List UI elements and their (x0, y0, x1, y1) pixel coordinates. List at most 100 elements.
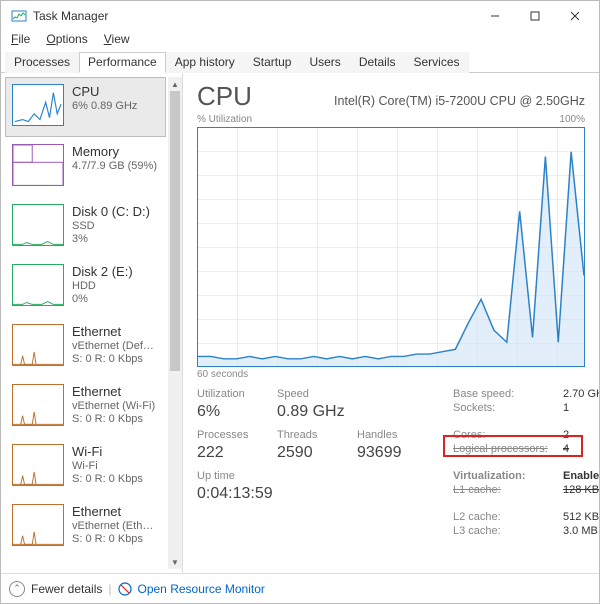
eth-thumb-icon (12, 384, 64, 426)
stat-label (277, 470, 357, 482)
resource-monitor-icon (118, 582, 132, 596)
chart-y-max: 100% (559, 114, 585, 125)
stat-label (357, 388, 437, 400)
sidebar-item-label: Ethernet (72, 504, 159, 519)
stat-label: Processes (197, 429, 277, 441)
scroll-thumb[interactable] (170, 91, 180, 371)
stat-right-label: Virtualization: (453, 470, 563, 482)
fewer-details-link[interactable]: Fewer details (31, 582, 102, 596)
close-button[interactable] (555, 2, 595, 30)
stat-label (277, 511, 357, 523)
window-title: Task Manager (33, 9, 108, 23)
sidebar-item-label: Ethernet (72, 324, 159, 339)
sidebar-item-sub2: S: 0 R: 0 Kbps (72, 413, 159, 425)
app-icon (11, 8, 27, 24)
sidebar-item-eth-5[interactable]: EthernetvEthernet (Wi-Fi)S: 0 R: 0 Kbps (5, 377, 166, 437)
sidebar-item-sub1: HDD (72, 280, 159, 292)
title-bar[interactable]: Task Manager (1, 1, 599, 31)
stat-label: Utilization (197, 388, 277, 400)
stat-value: 93699 (357, 443, 437, 468)
tab-startup[interactable]: Startup (244, 52, 301, 73)
sidebar-item-sub2: 3% (72, 233, 159, 245)
sidebar-item-sub2: S: 0 R: 0 Kbps (72, 353, 159, 365)
sidebar-item-disk-3[interactable]: Disk 2 (E:)HDD0% (5, 257, 166, 317)
stat-right-label: Logical processors: (453, 443, 563, 468)
disk-thumb-icon (12, 264, 64, 306)
main-panel: CPU Intel(R) Core(TM) i5-7200U CPU @ 2.5… (183, 73, 599, 573)
task-manager-window: Task Manager File Options View Processes… (0, 0, 600, 604)
stat-value: 2590 (277, 443, 357, 468)
tab-details[interactable]: Details (350, 52, 405, 73)
stat-right-label: L2 cache: (453, 511, 563, 523)
stat-label: Speed (277, 388, 357, 400)
tab-bar: ProcessesPerformanceApp historyStartupUs… (1, 51, 599, 73)
cpu-thumb-icon (12, 84, 64, 126)
open-resource-monitor-link[interactable]: Open Resource Monitor (138, 582, 265, 596)
stat-right-value: 1 (563, 402, 599, 427)
sidebar-item-label: Ethernet (72, 384, 159, 399)
stat-value (357, 525, 437, 537)
stat-value: 0:04:13:59 (197, 484, 277, 509)
sidebar-item-mem-1[interactable]: Memory4.7/7.9 GB (59%) (5, 137, 166, 197)
sidebar-item-eth-4[interactable]: EthernetvEthernet (Default ...S: 0 R: 0 … (5, 317, 166, 377)
chart-y-label: % Utilization (197, 114, 252, 125)
tab-services[interactable]: Services (405, 52, 469, 73)
stats-grid: UtilizationSpeedBase speed:2.70 GHz6%0.8… (197, 388, 585, 537)
stat-label: Handles (357, 429, 437, 441)
sidebar-item-label: Memory (72, 144, 159, 159)
stat-right-value: Enabled (563, 470, 599, 482)
eth-thumb-icon (12, 324, 64, 366)
stat-label (357, 511, 437, 523)
stat-value (357, 402, 437, 427)
chevron-up-icon[interactable]: ⌃ (9, 581, 25, 597)
sidebar-item-eth-6[interactable]: Wi-FiWi-FiS: 0 R: 0 Kbps (5, 437, 166, 497)
tab-app-history[interactable]: App history (166, 52, 244, 73)
stat-value: 6% (197, 402, 277, 427)
footer: ⌃ Fewer details | Open Resource Monitor (1, 573, 599, 603)
stat-right-label: Sockets: (453, 402, 563, 427)
sidebar-item-sub1: SSD (72, 220, 159, 232)
stat-right-value: 2 (563, 429, 599, 441)
menu-options[interactable]: Options (40, 31, 93, 49)
stat-value: 222 (197, 443, 277, 468)
sidebar-item-sub1: vEthernet (Ethernet) (72, 520, 159, 532)
stat-value (277, 525, 357, 537)
scrollbar[interactable]: ▲ ▼ (168, 77, 182, 569)
minimize-button[interactable] (475, 2, 515, 30)
stat-right-label: L3 cache: (453, 525, 563, 537)
menu-view[interactable]: View (98, 31, 136, 49)
sidebar-item-label: Disk 2 (E:) (72, 264, 159, 279)
stat-label (197, 511, 277, 523)
stat-value (357, 484, 437, 509)
stat-label (357, 470, 437, 482)
stat-right-label: Cores: (453, 429, 563, 441)
menu-file[interactable]: File (5, 31, 36, 49)
mem-thumb-icon (12, 144, 64, 186)
stat-right-value: 512 KB (563, 511, 599, 523)
stat-value: 0.89 GHz (277, 402, 357, 427)
disk-thumb-icon (12, 204, 64, 246)
sidebar-item-label: Wi-Fi (72, 444, 159, 459)
stat-right-value: 128 KB (563, 484, 599, 509)
stat-right-label: Base speed: (453, 388, 563, 400)
sidebar-item-eth-7[interactable]: EthernetvEthernet (Ethernet)S: 0 R: 0 Kb… (5, 497, 166, 557)
sidebar-item-sub1: vEthernet (Wi-Fi) (72, 400, 159, 412)
stat-label: Threads (277, 429, 357, 441)
sidebar-item-label: Disk 0 (C: D:) (72, 204, 159, 219)
maximize-button[interactable] (515, 2, 555, 30)
stat-label: Up time (197, 470, 277, 482)
sidebar-item-disk-2[interactable]: Disk 0 (C: D:)SSD3% (5, 197, 166, 257)
scroll-up-icon[interactable]: ▲ (168, 77, 182, 91)
cpu-model: Intel(R) Core(TM) i5-7200U CPU @ 2.50GHz (268, 94, 585, 108)
tab-performance[interactable]: Performance (79, 52, 166, 73)
tab-users[interactable]: Users (300, 52, 349, 73)
menu-bar: File Options View (1, 31, 599, 51)
scroll-down-icon[interactable]: ▼ (168, 555, 182, 569)
sidebar-item-sub1: Wi-Fi (72, 460, 159, 472)
stat-right-value: 2.70 GHz (563, 388, 599, 400)
sidebar-item-sub2: 0% (72, 293, 159, 305)
cpu-chart[interactable] (197, 127, 585, 367)
tab-processes[interactable]: Processes (5, 52, 79, 73)
sidebar-item-cpu-0[interactable]: CPU6% 0.89 GHz (5, 77, 166, 137)
page-title: CPU (197, 81, 252, 112)
